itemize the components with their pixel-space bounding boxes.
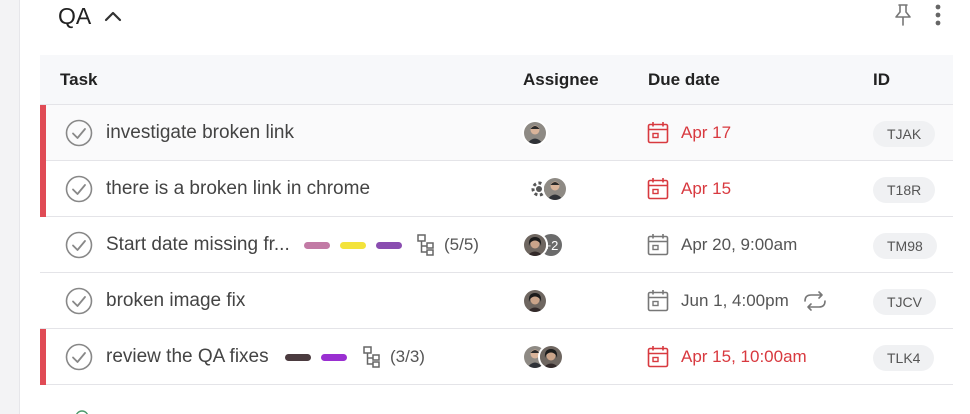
check-circle-icon[interactable] [65, 175, 93, 203]
calendar-icon [647, 290, 669, 312]
assignee-avatars[interactable] [522, 288, 548, 314]
task-name[interactable]: broken image fix [106, 273, 245, 329]
due-date[interactable]: Jun 1, 4:00pm [647, 273, 829, 329]
task-table: Task Assignee Due date ID investigate br… [40, 55, 953, 385]
subtask-icon [417, 234, 434, 256]
table-row[interactable]: review the QA fixes (3/3) Apr 15, 10:00a… [40, 329, 953, 385]
check-circle-icon[interactable] [65, 343, 93, 371]
priority-flag [40, 105, 46, 161]
left-rail [0, 0, 20, 414]
subtask-count: (3/3) [390, 347, 425, 366]
subtask-count: (5/5) [444, 235, 479, 254]
table-header: Task Assignee Due date ID [40, 55, 953, 105]
due-date[interactable]: Apr 15, 10:00am [647, 329, 807, 385]
check-circle-icon[interactable] [65, 287, 93, 315]
subtask-icon [363, 346, 380, 368]
due-date-text: Apr 17 [681, 123, 732, 142]
check-circle-icon[interactable] [65, 231, 93, 259]
tag-purple[interactable] [376, 242, 402, 249]
due-date[interactable]: Apr 17 [647, 105, 731, 161]
section-title: QA [58, 2, 92, 29]
table-row[interactable]: Start date missing fr... (5/5) +2 Apr 20… [40, 217, 953, 273]
column-header-id[interactable]: ID [873, 55, 890, 105]
subtask-counter[interactable]: (3/3) [362, 329, 425, 385]
repeat-icon[interactable] [801, 290, 829, 312]
check-circle-icon[interactable] [65, 119, 93, 147]
task-name[interactable]: there is a broken link in chrome [106, 161, 370, 217]
task-id-badge[interactable]: TLK4 [873, 345, 935, 371]
assignee-avatars[interactable] [522, 120, 548, 146]
assignee-avatars[interactable]: +2 [522, 232, 564, 258]
section-header: QA [58, 0, 123, 32]
column-header-task[interactable]: Task [60, 55, 98, 105]
calendar-icon [647, 122, 669, 144]
pin-icon[interactable] [892, 3, 914, 27]
task-name[interactable]: investigate broken link [106, 105, 294, 161]
task-id-badge[interactable]: TM98 [873, 233, 937, 259]
calendar-icon [647, 346, 669, 368]
assignee-avatars[interactable] [526, 176, 568, 202]
more-vertical-icon[interactable] [929, 2, 947, 28]
avatar [522, 288, 548, 314]
calendar-icon [647, 234, 669, 256]
chevron-up-icon[interactable] [103, 6, 123, 26]
due-date-text: Apr 15, 10:00am [681, 347, 807, 366]
avatar [522, 232, 548, 258]
table-row[interactable]: there is a broken link in chrome Apr 15 … [40, 161, 953, 217]
due-date-text: Jun 1, 4:00pm [681, 291, 789, 310]
avatar [542, 176, 568, 202]
task-name[interactable]: review the QA fixes [106, 329, 269, 385]
tag-violet[interactable] [321, 354, 347, 361]
priority-flag [40, 329, 46, 385]
avatar [538, 344, 564, 370]
due-date[interactable]: Apr 20, 9:00am [647, 217, 797, 273]
new-task-row-peek[interactable] [62, 404, 262, 414]
task-name[interactable]: Start date missing fr... [106, 217, 290, 273]
tag-list [304, 242, 402, 249]
due-date-text: Apr 20, 9:00am [681, 235, 798, 254]
tag-pink[interactable] [304, 242, 330, 249]
column-header-due-date[interactable]: Due date [648, 55, 720, 105]
tag-list [285, 354, 347, 361]
table-row[interactable]: broken image fix Jun 1, 4:00pm TJCV [40, 273, 953, 329]
task-id-badge[interactable]: TJAK [873, 121, 936, 147]
task-id-badge[interactable]: T18R [873, 177, 936, 203]
table-row[interactable]: investigate broken link Apr 17 TJAK [40, 105, 953, 161]
column-header-assignee[interactable]: Assignee [523, 55, 599, 105]
task-id-badge[interactable]: TJCV [873, 289, 936, 315]
due-date-text: Apr 15 [681, 179, 732, 198]
priority-flag [40, 161, 46, 217]
calendar-icon [647, 178, 669, 200]
avatar [522, 120, 548, 146]
tag-yellow[interactable] [340, 242, 366, 249]
tag-dark[interactable] [285, 354, 311, 361]
subtask-counter[interactable]: (5/5) [416, 217, 479, 273]
assignee-avatars[interactable] [522, 344, 564, 370]
due-date[interactable]: Apr 15 [647, 161, 731, 217]
